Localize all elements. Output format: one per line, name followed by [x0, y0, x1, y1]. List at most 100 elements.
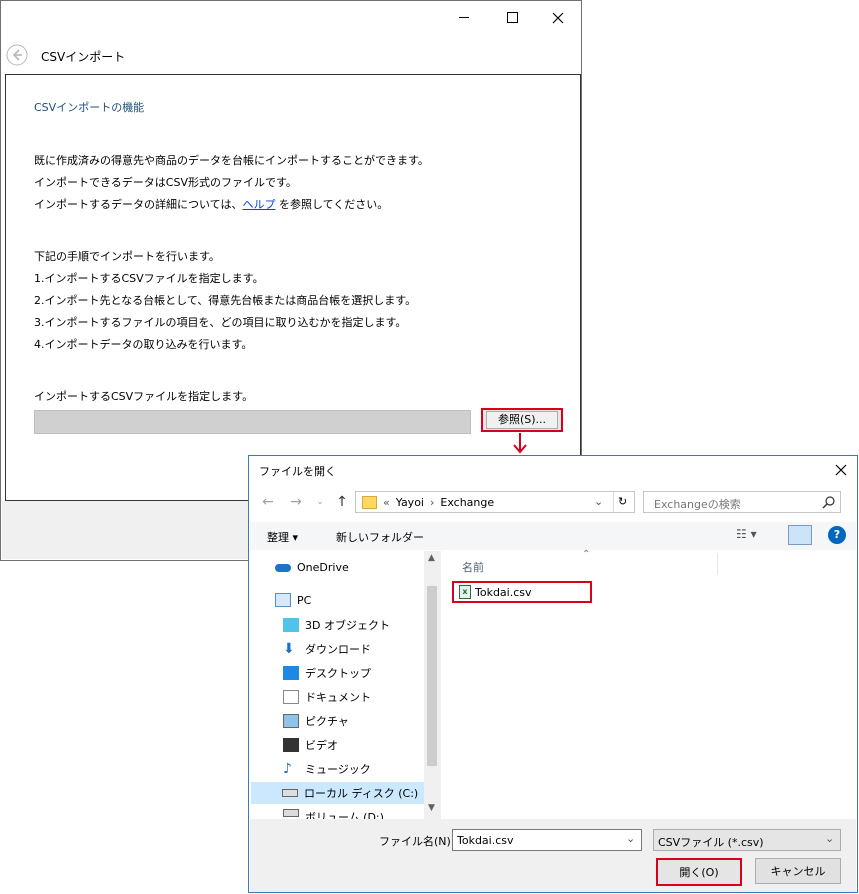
nav-label: ボリューム (D:) — [305, 811, 384, 819]
nav-label: PC — [297, 593, 312, 607]
chevron-down-icon[interactable]: ⌄ — [594, 495, 603, 508]
step-1: 1.インポートするCSVファイルを指定します。 — [34, 272, 264, 285]
steps-intro: 下記の手順でインポートを行います。 — [34, 250, 220, 263]
document-icon — [283, 690, 299, 704]
intro-text-1: 既に作成済みの得意先や商品のデータを台帳にインポートすることができます。 — [34, 154, 429, 167]
up-icon[interactable]: ↑ — [333, 493, 351, 511]
scroll-down-icon[interactable]: ▼ — [428, 803, 435, 813]
new-folder-button[interactable]: 新しいフォルダー — [336, 529, 424, 545]
intro-text-3-prefix: インポートするデータの詳細については、 — [34, 198, 243, 211]
file-prompt: インポートするCSVファイルを指定します。 — [34, 390, 254, 403]
column-divider — [717, 553, 718, 575]
section-heading: CSVインポートの機能 — [34, 101, 145, 114]
nav-label: OneDrive — [297, 561, 349, 574]
nav-item-music[interactable]: ♪ ミュージック — [283, 761, 371, 777]
intro-text-3: インポートするデータの詳細については、ヘルプ を参照してください。 — [34, 196, 388, 212]
cloud-icon — [275, 563, 291, 572]
address-part-exchange[interactable]: Exchange — [440, 496, 494, 509]
content-panel: CSVインポートの機能 既に作成済みの得意先や商品のデータを台帳にインポートする… — [5, 74, 581, 501]
search-icon — [822, 496, 835, 509]
open-button[interactable]: 開く(O) — [656, 858, 742, 886]
back-arrow-icon[interactable] — [6, 44, 28, 66]
download-icon: ⬇ — [283, 641, 295, 657]
recent-dropdown-icon[interactable]: ⌄ — [311, 493, 329, 511]
address-overflow[interactable]: « — [383, 496, 390, 509]
nav-item-pictures[interactable]: ピクチャ — [283, 713, 349, 729]
file-path-field[interactable] — [34, 410, 471, 434]
chevron-down-icon: ⌄ — [825, 832, 835, 845]
minimize-icon[interactable] — [450, 7, 480, 29]
step-3: 3.インポートするファイルの項目を、どの項目に取り込むかを指定します。 — [34, 316, 407, 329]
cancel-button[interactable]: キャンセル — [755, 858, 841, 884]
navigation-pane: OneDrive PC 3D オブジェクト ⬇ ダウンロード デスクトップ ドキュ… — [250, 551, 442, 819]
nav-item-pc[interactable]: PC — [275, 593, 311, 607]
cancel-button-label: キャンセル — [770, 865, 826, 878]
search-input[interactable]: Exchangeの検索 — [643, 491, 841, 513]
filename-input[interactable]: Tokdai.csv ⌄ — [452, 829, 642, 851]
search-placeholder: Exchangeの検索 — [654, 498, 741, 511]
nav-label: ローカル ディスク (C:) — [304, 787, 419, 800]
nav-item-onedrive[interactable]: OneDrive — [275, 561, 349, 574]
file-list-pane: ⌃ 名前 x Tokdai.csv — [442, 549, 856, 819]
filename-label: ファイル名(N): — [379, 835, 455, 848]
nav-scrollbar[interactable]: ▲ ▼ — [424, 551, 441, 819]
nav-item-videos[interactable]: ビデオ — [283, 737, 338, 753]
column-header-name[interactable]: 名前 — [462, 559, 484, 575]
preview-pane-icon[interactable] — [788, 525, 812, 545]
file-open-dialog: ファイルを開く ← → ⌄ ↑ « Yayoi › Exchange ⌄ ↻ E… — [248, 455, 858, 893]
open-button-label: 開く(O) — [679, 866, 719, 879]
step-2: 2.インポート先となる台帳として、得意先台帳または商品台帳を選択します。 — [34, 294, 417, 307]
dialog-close-icon[interactable] — [831, 460, 851, 480]
scroll-thumb[interactable] — [427, 586, 437, 766]
nav-item-3d-objects[interactable]: 3D オブジェクト — [283, 617, 390, 633]
folder-icon — [362, 495, 377, 509]
picture-icon — [283, 714, 299, 728]
browse-button[interactable]: 参照(S)... — [481, 408, 563, 432]
organize-button[interactable]: 整理 ▾ — [267, 529, 298, 545]
sort-ascending-icon: ⌃ — [582, 549, 591, 560]
nav-label: ピクチャ — [305, 715, 349, 728]
csv-file-icon: x — [459, 585, 471, 599]
dialog-title: ファイルを開く — [259, 465, 336, 478]
address-part-yayoi[interactable]: Yayoi — [396, 496, 424, 509]
nav-label: デスクトップ — [305, 667, 371, 680]
maximize-icon[interactable] — [498, 7, 528, 29]
filetype-value: CSVファイル (*.csv) — [658, 836, 764, 849]
intro-text-2: インポートできるデータはCSV形式のファイルです。 — [34, 176, 297, 189]
cube-icon — [283, 618, 299, 632]
step-4: 4.インポートデータの取り込みを行います。 — [34, 338, 253, 351]
nav-item-volume-d[interactable]: ボリューム (D:) — [283, 809, 384, 819]
nav-label: ミュージック — [305, 763, 371, 776]
nav-item-documents[interactable]: ドキュメント — [283, 689, 371, 705]
computer-icon — [275, 593, 291, 607]
chevron-down-icon[interactable]: ⌄ — [626, 832, 635, 845]
window-title: CSVインポート — [41, 50, 126, 64]
help-link[interactable]: ヘルプ — [242, 198, 275, 211]
browse-button-label: 参照(S)... — [486, 411, 558, 429]
dialog-toolbar: 整理 ▾ 新しいフォルダー ☷ ▾ ? — [250, 522, 856, 550]
file-item[interactable]: x Tokdai.csv — [452, 581, 592, 603]
help-icon[interactable]: ? — [828, 526, 846, 544]
filetype-select[interactable]: CSVファイル (*.csv) ⌄ — [653, 829, 841, 851]
forward-icon[interactable]: → — [287, 493, 305, 511]
nav-item-desktop[interactable]: デスクトップ — [283, 665, 371, 681]
nav-item-local-disk[interactable]: ローカル ディスク (C:) — [251, 782, 425, 804]
view-options-icon[interactable]: ☷ ▾ — [736, 527, 757, 541]
music-icon: ♪ — [283, 761, 292, 777]
nav-item-downloads[interactable]: ⬇ ダウンロード — [283, 641, 371, 657]
desktop-icon — [283, 666, 299, 680]
drive-icon — [283, 809, 299, 817]
address-bar[interactable]: « Yayoi › Exchange ⌄ ↻ — [355, 491, 635, 513]
nav-label: ビデオ — [305, 739, 338, 752]
nav-label: ダウンロード — [305, 643, 371, 656]
back-icon[interactable]: ← — [259, 493, 277, 511]
filename-value: Tokdai.csv — [457, 834, 514, 847]
chevron-right-icon: › — [429, 495, 435, 509]
file-name: Tokdai.csv — [475, 585, 532, 599]
close-icon[interactable] — [543, 7, 573, 29]
video-icon — [283, 738, 299, 752]
intro-text-3-suffix: を参照してください。 — [275, 198, 389, 211]
nav-label: 3D オブジェクト — [305, 619, 390, 632]
refresh-icon[interactable]: ↻ — [613, 492, 627, 512]
scroll-up-icon[interactable]: ▲ — [428, 553, 435, 563]
